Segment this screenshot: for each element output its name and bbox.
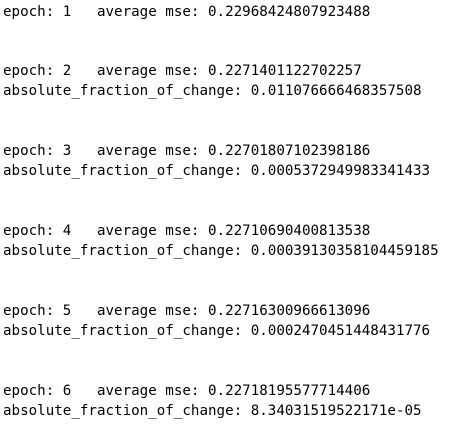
epoch-6-mse-line: epoch: 6 average mse: 0.2271819557771440… [3, 383, 371, 399]
epoch-5-change-line: absolute_fraction_of_change: 0.000247045… [3, 323, 431, 339]
epoch-6-change-line: absolute_fraction_of_change: 8.340315195… [3, 403, 422, 419]
epoch-5-mse-line: epoch: 5 average mse: 0.2271630096661309… [3, 303, 371, 319]
epoch-4-change-line: absolute_fraction_of_change: 0.000391303… [3, 243, 439, 259]
epoch-2-mse-line: epoch: 2 average mse: 0.2271401122702257 [3, 63, 362, 79]
epoch-3-change-line: absolute_fraction_of_change: 0.000537294… [3, 163, 431, 179]
epoch-3-mse-line: epoch: 3 average mse: 0.2270180710239818… [3, 143, 371, 159]
epoch-1-mse-line: epoch: 1 average mse: 0.2296842480792348… [3, 4, 371, 20]
epoch-4-mse-line: epoch: 4 average mse: 0.2271069040081353… [3, 223, 371, 239]
epoch-2-change-line: absolute_fraction_of_change: 0.011076666… [3, 83, 422, 99]
console-output: epoch: 1 average mse: 0.2296842480792348… [3, 0, 470, 431]
